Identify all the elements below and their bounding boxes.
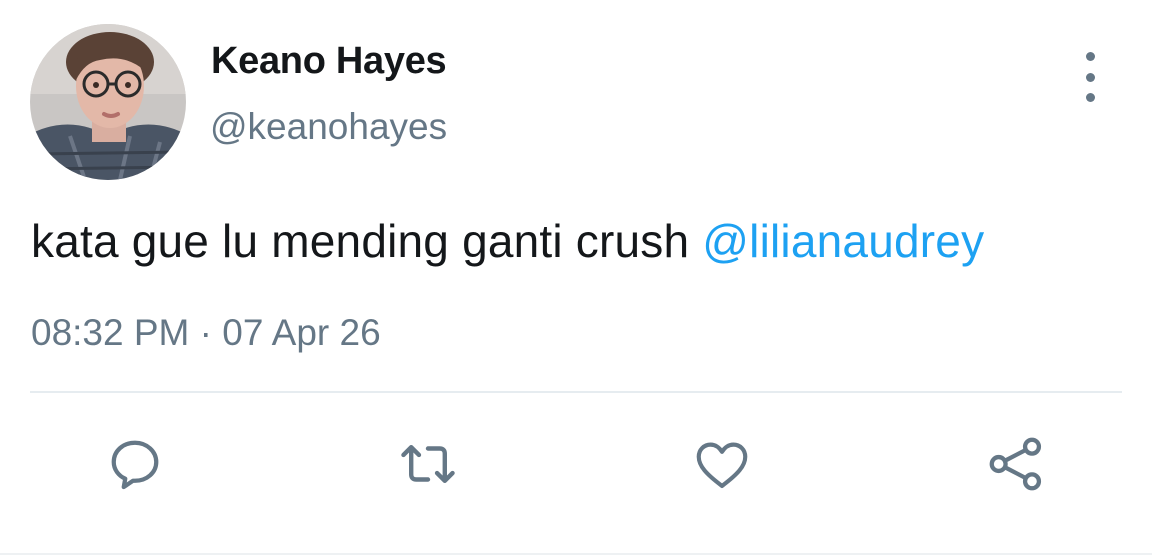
reply-icon xyxy=(111,440,159,490)
tweet-body: kata gue lu mending ganti crush xyxy=(31,215,703,267)
share-icon xyxy=(989,437,1042,491)
retweet-button[interactable] xyxy=(396,432,460,496)
more-vertical-icon-dot xyxy=(1085,72,1095,82)
more-options-button[interactable] xyxy=(1070,52,1110,102)
display-name[interactable]: Keano Hayes xyxy=(211,40,447,83)
avatar[interactable] xyxy=(30,24,186,180)
tweet-text: kata gue lu mending ganti crush @liliana… xyxy=(31,214,984,268)
divider xyxy=(30,391,1122,393)
tweet-timestamp[interactable]: 08:32 PM · 07 Apr 26 xyxy=(31,312,381,354)
heart-icon xyxy=(696,442,748,489)
reply-button[interactable] xyxy=(103,432,167,496)
mention-link[interactable]: @lilianaudrey xyxy=(702,215,984,267)
like-button[interactable] xyxy=(690,432,754,496)
tweet-card: Keano Hayes @keanohayes kata gue lu mend… xyxy=(0,0,1152,555)
share-button[interactable] xyxy=(984,432,1048,496)
more-vertical-icon-dot xyxy=(1085,93,1095,102)
retweet-icon xyxy=(401,445,455,483)
more-vertical-icon xyxy=(1085,52,1095,61)
user-handle[interactable]: @keanohayes xyxy=(210,106,447,148)
avatar-image xyxy=(30,24,186,180)
